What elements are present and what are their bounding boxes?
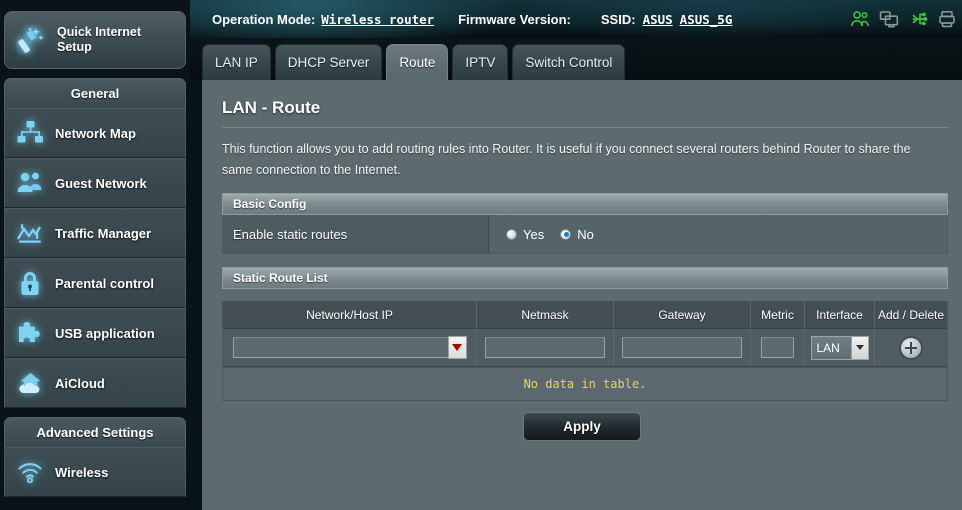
radio-yes-label: Yes [523, 226, 545, 242]
cell-netmask [477, 329, 614, 367]
sidebar: Quick Internet Setup General Network Map… [0, 0, 190, 510]
apply-button[interactable]: Apply [523, 412, 641, 442]
sidebar-item-traffic-manager[interactable]: Traffic Manager [4, 208, 186, 258]
empty-table-message: No data in table. [222, 368, 948, 402]
page-title: LAN - Route [222, 98, 321, 117]
cell-add-delete [875, 329, 947, 366]
tab-iptv[interactable]: IPTV [452, 44, 509, 80]
gateway-input[interactable] [622, 337, 742, 359]
table-header-row: Network/Host IP Netmask Gateway Metric I… [223, 301, 947, 330]
column-header-network-host-ip: Network/Host IP [223, 301, 477, 329]
radio-no-label: No [577, 226, 594, 242]
operation-mode-value[interactable]: Wireless router [321, 12, 434, 27]
radio-yes[interactable] [506, 228, 517, 240]
status-icon-group [850, 0, 956, 38]
enable-static-routes-options: Yes No [489, 215, 947, 254]
clients-users-icon[interactable] [850, 10, 870, 28]
sidebar-item-wireless[interactable]: Wireless [4, 447, 186, 497]
static-route-table: Network/Host IP Netmask Gateway Metric I… [222, 301, 948, 369]
interface-select-value: LAN [816, 340, 840, 355]
interface-select-arrow [850, 336, 868, 359]
netmask-input[interactable] [485, 337, 605, 359]
ssid-value-24g[interactable]: ASUS [643, 12, 673, 27]
qis-line2: Setup [57, 40, 92, 54]
cell-gateway [614, 329, 751, 367]
column-header-gateway: Gateway [614, 301, 751, 329]
cell-metric [751, 329, 805, 367]
enable-static-routes-row: Enable static routes Yes No [222, 215, 948, 255]
sidebar-item-aicloud[interactable]: AiCloud [4, 358, 186, 408]
column-header-add-delete: Add / Delete [877, 307, 945, 322]
printer-icon[interactable] [938, 10, 956, 28]
route-settings-panel: LAN - Route This function allows you to … [202, 80, 962, 510]
plus-circle-icon[interactable] [899, 335, 923, 360]
section-tabs: LAN IP DHCP Server Route IPTV Switch Con… [190, 38, 962, 80]
wifi-icon [5, 460, 55, 484]
interface-select[interactable]: LAN [810, 335, 869, 360]
column-header-interface: Interface [805, 301, 875, 329]
ssid-label: SSID: [600, 11, 636, 27]
sidebar-item-guest-network[interactable]: Guest Network [4, 158, 186, 208]
quick-internet-setup-label: Quick Internet Setup [57, 25, 141, 55]
sidebar-item-label: AiCloud [55, 375, 105, 391]
page-description: This function allows you to add routing … [222, 142, 911, 177]
sidebar-item-usb-application[interactable]: USB application [4, 308, 186, 358]
operation-mode-label: Operation Mode: [212, 11, 316, 27]
tab-route[interactable]: Route [386, 44, 449, 80]
table-input-row: LAN [223, 329, 947, 368]
tab-switch-control[interactable]: Switch Control [512, 44, 626, 80]
static-route-list-section-header: Static Route List [222, 267, 948, 290]
sidebar-group-advanced-settings: Advanced Settings [4, 417, 186, 447]
network-host-ip-input[interactable] [232, 337, 449, 359]
cell-interface: LAN [805, 329, 875, 367]
sidebar-item-quick-internet-setup[interactable]: Quick Internet Setup [4, 11, 186, 69]
sidebar-item-label: USB application [55, 325, 155, 341]
content-area: LAN - Route This function allows you to … [190, 80, 962, 510]
cell-network-host-ip [223, 329, 477, 367]
monitors-screens-icon[interactable] [879, 10, 899, 28]
metric-input[interactable] [761, 337, 794, 359]
lock-icon [5, 270, 55, 297]
chevron-down-icon [452, 344, 462, 352]
network-map-icon [5, 120, 55, 146]
firmware-version-label: Firmware Version: [458, 11, 571, 27]
aicloud-icon [5, 370, 55, 396]
qis-line1: Quick Internet [57, 25, 142, 39]
traffic-manager-icon [5, 220, 55, 246]
magic-wand-icon [5, 25, 57, 55]
sidebar-item-parental-control[interactable]: Parental control [4, 258, 186, 308]
apply-button-row: Apply [202, 412, 962, 442]
chevron-down-icon [855, 345, 864, 351]
sidebar-item-label: Guest Network [55, 175, 147, 191]
guest-network-icon [5, 170, 55, 196]
column-header-netmask: Netmask [477, 301, 614, 329]
basic-config-section-header: Basic Config [222, 193, 948, 216]
radio-no[interactable] [560, 228, 572, 240]
sidebar-item-label: Parental control [55, 275, 154, 291]
network-host-ip-dropdown-button[interactable] [447, 336, 467, 360]
usb-icon[interactable] [908, 10, 929, 28]
router-admin-page: Quick Internet Setup General Network Map… [0, 0, 962, 510]
column-header-metric: Metric [751, 301, 805, 329]
puzzle-piece-icon [5, 320, 55, 347]
sidebar-group-general: General [4, 78, 186, 108]
top-status-bar: Operation Mode: Wireless router Firmware… [190, 0, 962, 38]
sidebar-item-label: Traffic Manager [55, 225, 152, 241]
sidebar-item-label: Wireless [55, 464, 109, 480]
enable-static-routes-label: Enable static routes [223, 215, 489, 254]
tab-lan-ip[interactable]: LAN IP [202, 44, 271, 80]
sidebar-item-network-map[interactable]: Network Map [4, 108, 186, 158]
ssid-value-5g[interactable]: ASUS_5G [680, 12, 733, 27]
tab-dhcp-server[interactable]: DHCP Server [274, 44, 383, 80]
sidebar-item-label: Network Map [55, 125, 136, 141]
